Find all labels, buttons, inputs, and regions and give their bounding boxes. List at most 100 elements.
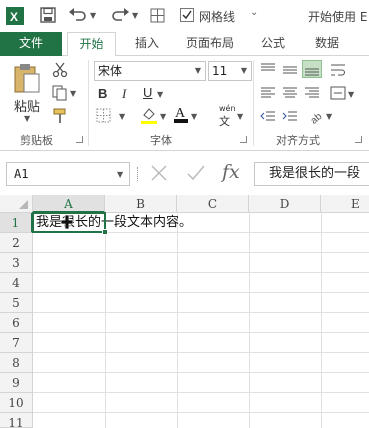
- tab-home[interactable]: 开始: [67, 32, 116, 57]
- merge-center-icon[interactable]: [330, 85, 346, 101]
- font-size-dropdown-icon[interactable]: ▼: [237, 62, 251, 80]
- orientation-icon[interactable]: ab: [308, 108, 324, 124]
- font-color-icon[interactable]: A: [173, 104, 189, 124]
- alignment-launcher-icon[interactable]: [355, 136, 362, 143]
- enter-check-icon[interactable]: [186, 164, 206, 182]
- gridlines-checkbox[interactable]: [180, 8, 194, 22]
- align-right-icon[interactable]: [304, 86, 320, 100]
- ribbon-tabs: 文件 开始 插入 页面布局 公式 数据: [0, 32, 369, 57]
- gridline: [105, 213, 106, 428]
- paste-dropdown-icon[interactable]: ▼: [24, 114, 30, 123]
- align-top-icon[interactable]: [260, 62, 276, 76]
- tab-insert[interactable]: 插入: [128, 32, 166, 56]
- font-name-combo[interactable]: 宋体 ▼: [94, 61, 206, 81]
- increase-indent-icon[interactable]: [282, 110, 298, 124]
- font-size-combo[interactable]: 11 ▼: [208, 61, 252, 81]
- font-group-label: 字体: [150, 134, 172, 147]
- alignment-group-label: 对齐方式: [276, 134, 320, 147]
- phonetic-guide-label: wén: [219, 104, 236, 113]
- gridline: [33, 332, 369, 333]
- paste-icon[interactable]: [12, 62, 42, 94]
- row-header-8[interactable]: 8: [0, 353, 33, 373]
- row-header-11[interactable]: 11: [0, 413, 33, 428]
- phonetic-guide-icon[interactable]: 文: [219, 113, 230, 129]
- gridline: [177, 213, 178, 428]
- row-header-1[interactable]: 1: [0, 213, 33, 233]
- orientation-dropdown-icon[interactable]: ▼: [326, 112, 332, 121]
- align-center-icon[interactable]: [282, 86, 298, 100]
- phonetic-dropdown-icon[interactable]: ▼: [237, 112, 243, 121]
- format-painter-icon[interactable]: [52, 108, 68, 124]
- underline-dropdown-icon[interactable]: ▼: [157, 90, 163, 99]
- tab-page-layout[interactable]: 页面布局: [178, 32, 242, 56]
- align-bottom-icon[interactable]: [302, 60, 322, 78]
- redo-dropdown-icon[interactable]: ▼: [132, 11, 138, 20]
- row-header-3[interactable]: 3: [0, 253, 33, 273]
- cursor-cross-icon: [61, 215, 73, 229]
- row-header-2[interactable]: 2: [0, 233, 33, 253]
- cancel-icon[interactable]: [150, 164, 168, 182]
- copy-icon[interactable]: [52, 85, 68, 101]
- formula-input[interactable]: 我是很长的一段: [254, 162, 369, 186]
- column-header-a[interactable]: A: [33, 195, 105, 213]
- worksheet-grid[interactable]: A B C D E 1 2 3 4 5 6 7 8 9 10 11 我是很长的一…: [0, 195, 369, 428]
- tab-data[interactable]: 数据: [306, 32, 348, 56]
- redo-icon[interactable]: [110, 6, 130, 22]
- paste-label[interactable]: 粘贴: [14, 96, 40, 115]
- name-box[interactable]: A1: [6, 162, 130, 186]
- quick-access-toolbar: X ▼ ▼ 网格线 ⌄ 开始使用 E: [0, 0, 369, 32]
- row-header-7[interactable]: 7: [0, 333, 33, 353]
- undo-icon[interactable]: [68, 6, 88, 22]
- splitter-handle[interactable]: [137, 167, 139, 181]
- row-header-6[interactable]: 6: [0, 313, 33, 333]
- underline-button[interactable]: U: [143, 85, 152, 100]
- tab-formulas[interactable]: 公式: [254, 32, 292, 56]
- align-middle-icon[interactable]: [282, 62, 298, 76]
- svg-text:ab: ab: [309, 111, 324, 124]
- name-box-dropdown-icon[interactable]: ▼: [117, 170, 123, 179]
- bold-button[interactable]: B: [98, 86, 107, 101]
- decrease-indent-icon[interactable]: [260, 110, 276, 124]
- merge-dropdown-icon[interactable]: ▼: [348, 90, 354, 99]
- column-header-e[interactable]: E: [321, 195, 369, 213]
- group-separator: [253, 60, 254, 146]
- border-icon[interactable]: [96, 108, 111, 123]
- wrap-text-icon[interactable]: [330, 62, 346, 78]
- row-header-4[interactable]: 4: [0, 273, 33, 293]
- cut-icon[interactable]: [52, 62, 68, 78]
- insert-function-icon[interactable]: fx: [222, 161, 240, 183]
- italic-button[interactable]: I: [122, 86, 126, 102]
- row-header-9[interactable]: 9: [0, 373, 33, 393]
- save-icon[interactable]: [40, 7, 56, 23]
- fill-color-dropdown-icon[interactable]: ▼: [160, 112, 166, 121]
- row-header-10[interactable]: 10: [0, 393, 33, 413]
- font-size-value: 11: [212, 64, 228, 78]
- undo-dropdown-icon[interactable]: ▼: [90, 11, 96, 20]
- borders-icon[interactable]: [150, 8, 165, 23]
- fill-color-icon[interactable]: [140, 106, 158, 124]
- align-left-icon[interactable]: [260, 86, 276, 100]
- column-header-d[interactable]: D: [249, 195, 321, 213]
- row-header-5[interactable]: 5: [0, 293, 33, 313]
- font-name-dropdown-icon[interactable]: ▼: [191, 62, 205, 80]
- group-separator: [88, 60, 89, 146]
- select-all-corner[interactable]: [0, 195, 33, 213]
- clipboard-group-label: 剪贴板: [20, 134, 53, 147]
- gridline: [33, 412, 369, 413]
- copy-dropdown-icon[interactable]: ▼: [70, 89, 76, 98]
- font-color-dropdown-icon[interactable]: ▼: [191, 112, 197, 121]
- gridline: [321, 213, 322, 428]
- customize-qat-icon[interactable]: ⌄: [250, 7, 258, 18]
- gridlines-label: 网格线: [199, 10, 236, 24]
- font-launcher-icon[interactable]: [240, 136, 247, 143]
- border-dropdown-icon[interactable]: ▼: [119, 112, 125, 121]
- clipboard-launcher-icon[interactable]: [76, 136, 83, 143]
- tab-file[interactable]: 文件: [0, 32, 62, 56]
- column-header-b[interactable]: B: [105, 195, 177, 213]
- svg-text:X: X: [10, 10, 18, 24]
- ribbon: 粘贴 ▼ ▼ 剪贴板 宋体 ▼ 11 ▼ B I U ▼ ▼ ▼ A ▼ wén…: [0, 56, 369, 151]
- gridline: [33, 312, 369, 313]
- font-name-value: 宋体: [98, 64, 123, 78]
- column-header-c[interactable]: C: [177, 195, 249, 213]
- fill-handle[interactable]: [102, 229, 108, 235]
